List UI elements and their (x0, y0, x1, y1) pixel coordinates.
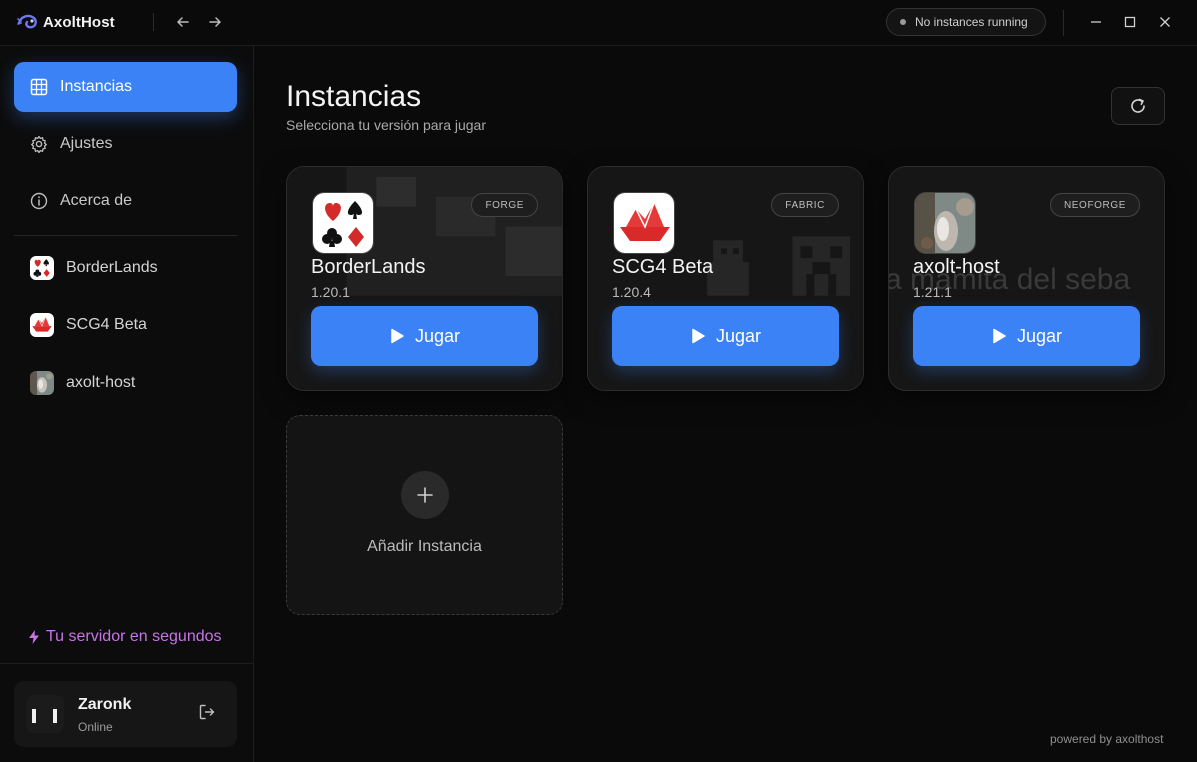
axolotl-logo-icon (17, 14, 37, 29)
close-button[interactable] (1155, 12, 1175, 32)
instance-name: BorderLands (311, 256, 426, 278)
sidebar-instance-label: SCG4 Beta (66, 316, 147, 333)
sidebar-item-instancias[interactable]: Instancias (14, 62, 237, 112)
sidebar-bottom-divider (0, 663, 253, 664)
refresh-icon (1131, 98, 1145, 113)
sidebar-item-label: Acerca de (60, 192, 133, 209)
title-bar: AxoltHost No instances running (0, 0, 1197, 46)
arrow-right-icon (209, 17, 221, 27)
loader-badge: FABRIC (771, 193, 839, 217)
play-label: Jugar (414, 325, 461, 346)
cards-icon (30, 256, 54, 280)
logout-icon (199, 704, 215, 720)
sidebar-instance-label: axolt-host (66, 374, 136, 391)
photo-thumbnail-icon (30, 371, 54, 395)
sidebar-item-ajustes[interactable]: Ajustes (14, 119, 237, 169)
add-instance-button[interactable] (401, 471, 449, 519)
maximize-button[interactable] (1120, 12, 1140, 32)
grid-icon (30, 78, 48, 96)
sidebar: Instancias Ajustes Acerca de BorderLands (0, 46, 254, 762)
logout-button[interactable] (198, 703, 218, 723)
arrow-left-icon (177, 17, 189, 27)
lightning-icon (29, 630, 39, 644)
sidebar-item-label: Instancias (60, 78, 133, 95)
instance-name: axolt-host (913, 256, 1000, 278)
instance-card-borderlands: FORGE BorderLands 1.20.1 Jugar (286, 166, 563, 391)
close-icon (1160, 17, 1170, 27)
loader-badge: NEOFORGE (1049, 193, 1140, 217)
sidebar-instance-label: BorderLands (66, 259, 158, 276)
sidebar-instance-axolt-host[interactable]: axolt-host (14, 361, 237, 405)
info-icon (30, 192, 48, 210)
back-button[interactable] (173, 12, 193, 32)
sidebar-instance-borderlands[interactable]: BorderLands (14, 246, 237, 290)
play-icon (391, 328, 404, 344)
status-text: No instances running (915, 15, 1028, 29)
powered-by-text: powered by axolthost (1050, 732, 1164, 746)
user-name: Zaronk (78, 696, 132, 713)
sidebar-instance-scg4-beta[interactable]: SCG4 Beta (14, 303, 237, 347)
page-subtitle: Selecciona tu versión para jugar (286, 117, 487, 133)
avatar[interactable] (26, 695, 64, 733)
loader-badge: FORGE (471, 193, 538, 217)
forward-button[interactable] (205, 12, 225, 32)
sidebar-divider (14, 235, 237, 236)
gear-icon (31, 135, 47, 153)
instance-version: 1.21.1 (913, 284, 952, 300)
instance-logo (613, 192, 675, 254)
status-dot (900, 19, 906, 25)
minimize-button[interactable] (1086, 12, 1106, 32)
play-button[interactable]: Jugar (612, 306, 839, 366)
instance-version: 1.20.1 (311, 284, 350, 300)
play-label: Jugar (1016, 325, 1063, 346)
page-title: Instancias (286, 80, 422, 113)
plus-icon (417, 487, 433, 503)
play-icon (692, 328, 705, 344)
user-card: Zaronk Online (14, 681, 237, 747)
minimize-icon (1091, 21, 1101, 23)
sidebar-item-acerca-de[interactable]: Acerca de (14, 176, 237, 226)
promo-text: Tu servidor en segundos (46, 628, 222, 645)
instance-logo (312, 192, 374, 254)
user-status: Online (78, 720, 113, 734)
add-instance-label: Añadir Instancia (367, 538, 482, 555)
instance-status-pill: No instances running (886, 8, 1046, 36)
sidebar-item-label: Ajustes (60, 135, 113, 152)
refresh-button[interactable] (1111, 87, 1165, 125)
maximize-icon (1124, 16, 1136, 28)
play-label: Jugar (715, 325, 762, 346)
photo-thumbnail-icon (915, 193, 975, 253)
promo-link[interactable]: Tu servidor en segundos (28, 628, 222, 646)
instance-name: SCG4 Beta (612, 256, 714, 278)
instance-version: 1.20.4 (612, 284, 651, 300)
titlebar-divider (153, 13, 154, 31)
play-button[interactable]: Jugar (913, 306, 1140, 366)
app-name: AxoltHost (43, 13, 115, 31)
instance-card-axolt-host: a mamita del seba NEOFORGE axolt-host 1.… (888, 166, 1165, 391)
cards-icon (313, 193, 373, 253)
titlebar-divider-right (1063, 10, 1064, 36)
brand: AxoltHost (17, 11, 115, 33)
play-button[interactable]: Jugar (311, 306, 538, 366)
play-icon (993, 328, 1006, 344)
instance-card-scg4-beta: FABRIC SCG4 Beta 1.20.4 Jugar (587, 166, 864, 391)
add-instance-card[interactable]: Añadir Instancia (286, 415, 563, 615)
paper-boat-icon (614, 193, 674, 253)
paper-boat-icon (30, 313, 54, 337)
instance-logo (914, 192, 976, 254)
